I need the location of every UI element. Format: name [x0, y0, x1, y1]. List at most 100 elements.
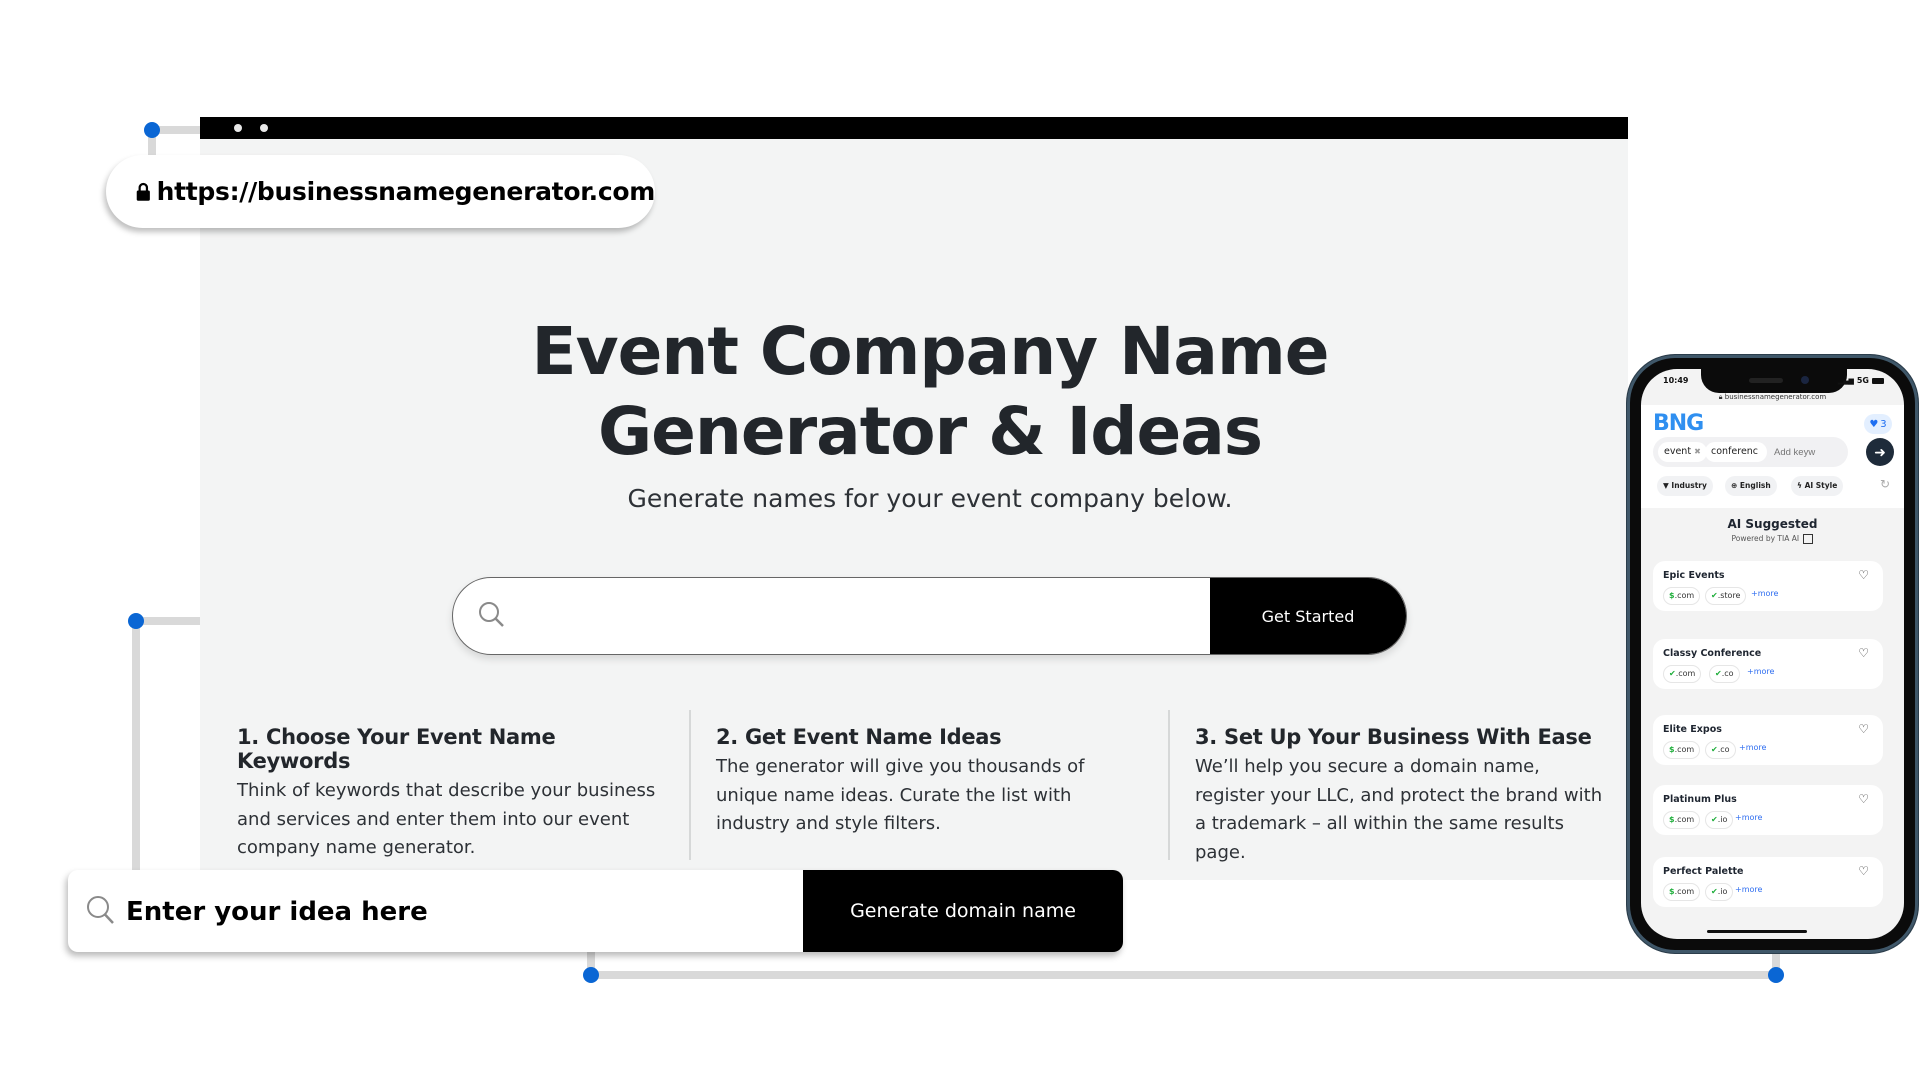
phone-header: BNG ♥ 3 event ✖ conferenc ➜ ▼ Industry: [1641, 405, 1904, 508]
name-result-card[interactable]: Elite Expos ♡ $.com ✔.co +more: [1653, 715, 1883, 765]
page-title-line-1: Event Company Name: [531, 313, 1329, 390]
tld-badge[interactable]: $.com: [1663, 587, 1701, 605]
ai-suggested-subtitle: Powered by TIA AI: [1641, 534, 1904, 544]
name-result-card[interactable]: Classy Conference ♡ ✔.com ✔.co +more: [1653, 639, 1883, 689]
tld-badge[interactable]: ✔.co: [1705, 741, 1736, 759]
tld-badge[interactable]: ✔.store: [1705, 587, 1747, 605]
keyword-chip-label: event: [1664, 446, 1692, 457]
tld-badge[interactable]: ✔.io: [1705, 883, 1734, 901]
tld-label: .com: [1674, 887, 1695, 896]
browser-title-bar: [200, 117, 1628, 139]
home-indicator[interactable]: [1707, 930, 1807, 933]
phone-address-bar[interactable]: 🔒︎ businessnamegenerator.com: [1641, 393, 1904, 402]
step-text: Think of keywords that describe your bus…: [237, 780, 656, 858]
tld-badge[interactable]: ✔.com: [1663, 665, 1702, 683]
name-result-card[interactable]: Platinum Plus ♡ $.com ✔.io +more: [1653, 785, 1883, 835]
tld-badge[interactable]: $.com: [1663, 811, 1701, 829]
lock-icon: 🔒︎: [1718, 393, 1723, 401]
heart-icon: ♥: [1869, 418, 1879, 430]
connector-bottom: [591, 971, 1777, 979]
page-subtitle: Generate names for your event company be…: [627, 484, 1233, 513]
keyword-chip-label: conferenc: [1711, 446, 1759, 457]
connector-dot-bottom-left: [583, 967, 599, 983]
heart-outline-icon[interactable]: ♡: [1858, 568, 1869, 582]
keyword-chip[interactable]: event ✖: [1658, 442, 1707, 462]
ai-suggested-title: AI Suggested: [1727, 517, 1818, 531]
name-result-card[interactable]: Epic Events ♡ $.com ✔.store +more: [1653, 561, 1883, 611]
tld-label: .com: [1674, 815, 1695, 824]
get-started-button[interactable]: Get Started: [1210, 578, 1406, 654]
more-link[interactable]: +more: [1751, 589, 1778, 598]
keyword-field[interactable]: event ✖ conferenc: [1653, 437, 1848, 467]
result-name: Elite Expos: [1663, 724, 1722, 735]
step-title: 2. Get Event Name Ideas: [716, 725, 1002, 749]
name-result-card[interactable]: Perfect Palette ♡ $.com ✔.io +more: [1653, 857, 1883, 907]
address-bar[interactable]: https://businessnamegenerator.com: [106, 155, 655, 228]
bng-logo[interactable]: BNG: [1653, 411, 1704, 436]
check-icon: ✔: [1711, 815, 1718, 824]
filter-industry[interactable]: ▼ Industry: [1657, 476, 1713, 496]
filter-label: Industry: [1671, 481, 1707, 490]
step-text: We’ll help you secure a domain name, reg…: [1195, 756, 1603, 863]
globe-icon: ⊕: [1731, 481, 1738, 490]
more-link[interactable]: +more: [1735, 813, 1762, 822]
domain-idea-input[interactable]: [124, 870, 788, 952]
check-icon: ✔: [1669, 669, 1676, 678]
check-icon: ✔: [1711, 745, 1718, 754]
window-dot[interactable]: [260, 124, 268, 132]
tld-label: .com: [1675, 669, 1696, 678]
keyword-chip[interactable]: conferenc: [1705, 442, 1767, 462]
tld-badge[interactable]: ✔.io: [1705, 811, 1734, 829]
search-arrow-button[interactable]: ➜: [1866, 438, 1894, 466]
generate-domain-button[interactable]: Generate domain name: [803, 870, 1123, 952]
favorites-count: 3: [1880, 418, 1887, 430]
more-link[interactable]: +more: [1747, 667, 1774, 676]
add-keyword-input[interactable]: [1774, 442, 1848, 462]
tld-label: .co: [1717, 745, 1730, 754]
heart-outline-icon[interactable]: ♡: [1858, 722, 1869, 736]
more-link[interactable]: +more: [1735, 885, 1762, 894]
result-name: Perfect Palette: [1663, 866, 1744, 877]
connector-dot-top: [144, 122, 160, 138]
refresh-icon[interactable]: ↻: [1880, 477, 1890, 491]
connector-dot-bottom-right: [1768, 967, 1784, 983]
keyword-search-bar: Get Started: [452, 577, 1407, 655]
network-label: 5G: [1856, 376, 1869, 385]
heart-outline-icon[interactable]: ♡: [1858, 792, 1869, 806]
bolt-icon: ϟ: [1797, 481, 1802, 490]
battery-icon: [1872, 377, 1884, 384]
column-divider: [1168, 710, 1170, 860]
lock-icon: [136, 182, 150, 201]
tld-badge[interactable]: $.com: [1663, 883, 1701, 901]
connector-left-vertical: [132, 621, 140, 873]
tld-badge[interactable]: $.com: [1663, 741, 1701, 759]
step-title: 1. Choose Your Event Name Keywords: [237, 725, 556, 773]
check-icon: ✔: [1711, 887, 1718, 896]
window-dot[interactable]: [234, 124, 242, 132]
search-icon: [87, 896, 114, 924]
keyword-search-input[interactable]: [523, 578, 1207, 654]
funnel-icon: ▼: [1663, 481, 1669, 490]
column-divider: [689, 710, 691, 860]
result-name: Classy Conference: [1663, 648, 1762, 659]
page-title: Event Company Name Generator & Ideas: [450, 312, 1410, 472]
url-text: https://businessnamegenerator.com: [156, 177, 656, 206]
heart-outline-icon[interactable]: ♡: [1858, 646, 1869, 660]
phone-screen: 10:49 ▂▄▆ 5G 🔒︎ businessnamegenerator.co…: [1641, 369, 1904, 939]
more-link[interactable]: +more: [1739, 743, 1766, 752]
favorites-button[interactable]: ♥ 3: [1864, 414, 1892, 434]
tld-badge[interactable]: ✔.co: [1709, 665, 1740, 683]
check-icon: ✔: [1711, 591, 1718, 600]
filter-ai-style[interactable]: ϟ AI Style: [1791, 476, 1844, 496]
step-title: 3. Set Up Your Business With Ease: [1195, 725, 1592, 749]
filter-language[interactable]: ⊕ English: [1725, 476, 1777, 496]
remove-keyword-icon[interactable]: ✖: [1694, 447, 1701, 456]
result-name: Epic Events: [1663, 570, 1725, 581]
filter-label: AI Style: [1804, 481, 1838, 490]
tld-label: .store: [1717, 591, 1741, 600]
step-3: 3. Set Up Your Business With Ease We’ll …: [1195, 725, 1615, 867]
tld-label: .io: [1717, 887, 1728, 896]
heart-outline-icon[interactable]: ♡: [1858, 864, 1869, 878]
status-indicators: ▂▄▆ 5G: [1838, 376, 1884, 385]
tld-label: .io: [1717, 815, 1728, 824]
